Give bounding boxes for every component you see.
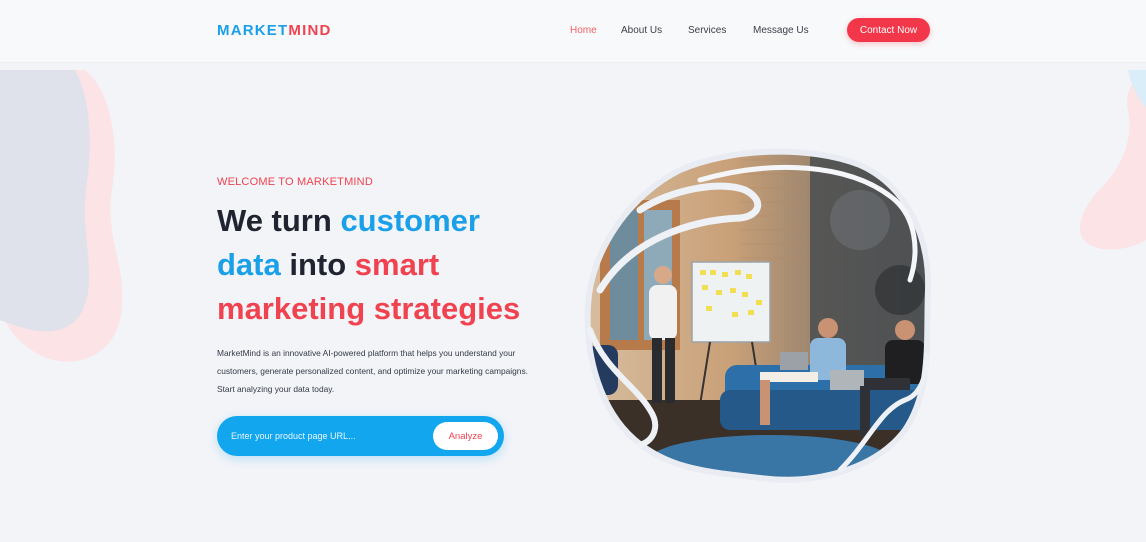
product-url-input[interactable] <box>231 426 431 446</box>
headline-line2-text: into <box>280 247 355 282</box>
analyze-button[interactable]: Analyze <box>433 422 498 450</box>
headline-line1-text: We turn <box>217 203 341 238</box>
headline-highlight-data: data <box>217 247 281 282</box>
headline-highlight-marketing-strategies: marketing strategies <box>217 291 521 326</box>
decorative-blob-left <box>0 70 123 362</box>
nav-home[interactable]: Home <box>570 25 597 36</box>
contact-now-button[interactable]: Contact Now <box>847 18 930 42</box>
site-header: MARKETMIND Home About Us Services Messag… <box>0 0 1146 62</box>
nav-about-us[interactable]: About Us <box>621 25 662 36</box>
hero-description: MarketMind is an innovative AI-powered p… <box>217 348 528 394</box>
url-search-bar: Analyze <box>217 416 504 456</box>
nav-services[interactable]: Services <box>688 25 726 36</box>
headline-highlight-customer: customer <box>340 203 480 238</box>
headline-highlight-smart: smart <box>354 247 440 282</box>
decorative-blob-right <box>1080 70 1146 250</box>
nav-message-us[interactable]: Message Us <box>753 25 809 36</box>
main-nav: Home About Us Services Message Us <box>0 25 1146 39</box>
hero-eyebrow: WELCOME TO MARKETMIND <box>217 176 373 188</box>
hero-headline: We turn customer data into smart marketi… <box>217 199 577 331</box>
hero-image <box>584 148 932 483</box>
